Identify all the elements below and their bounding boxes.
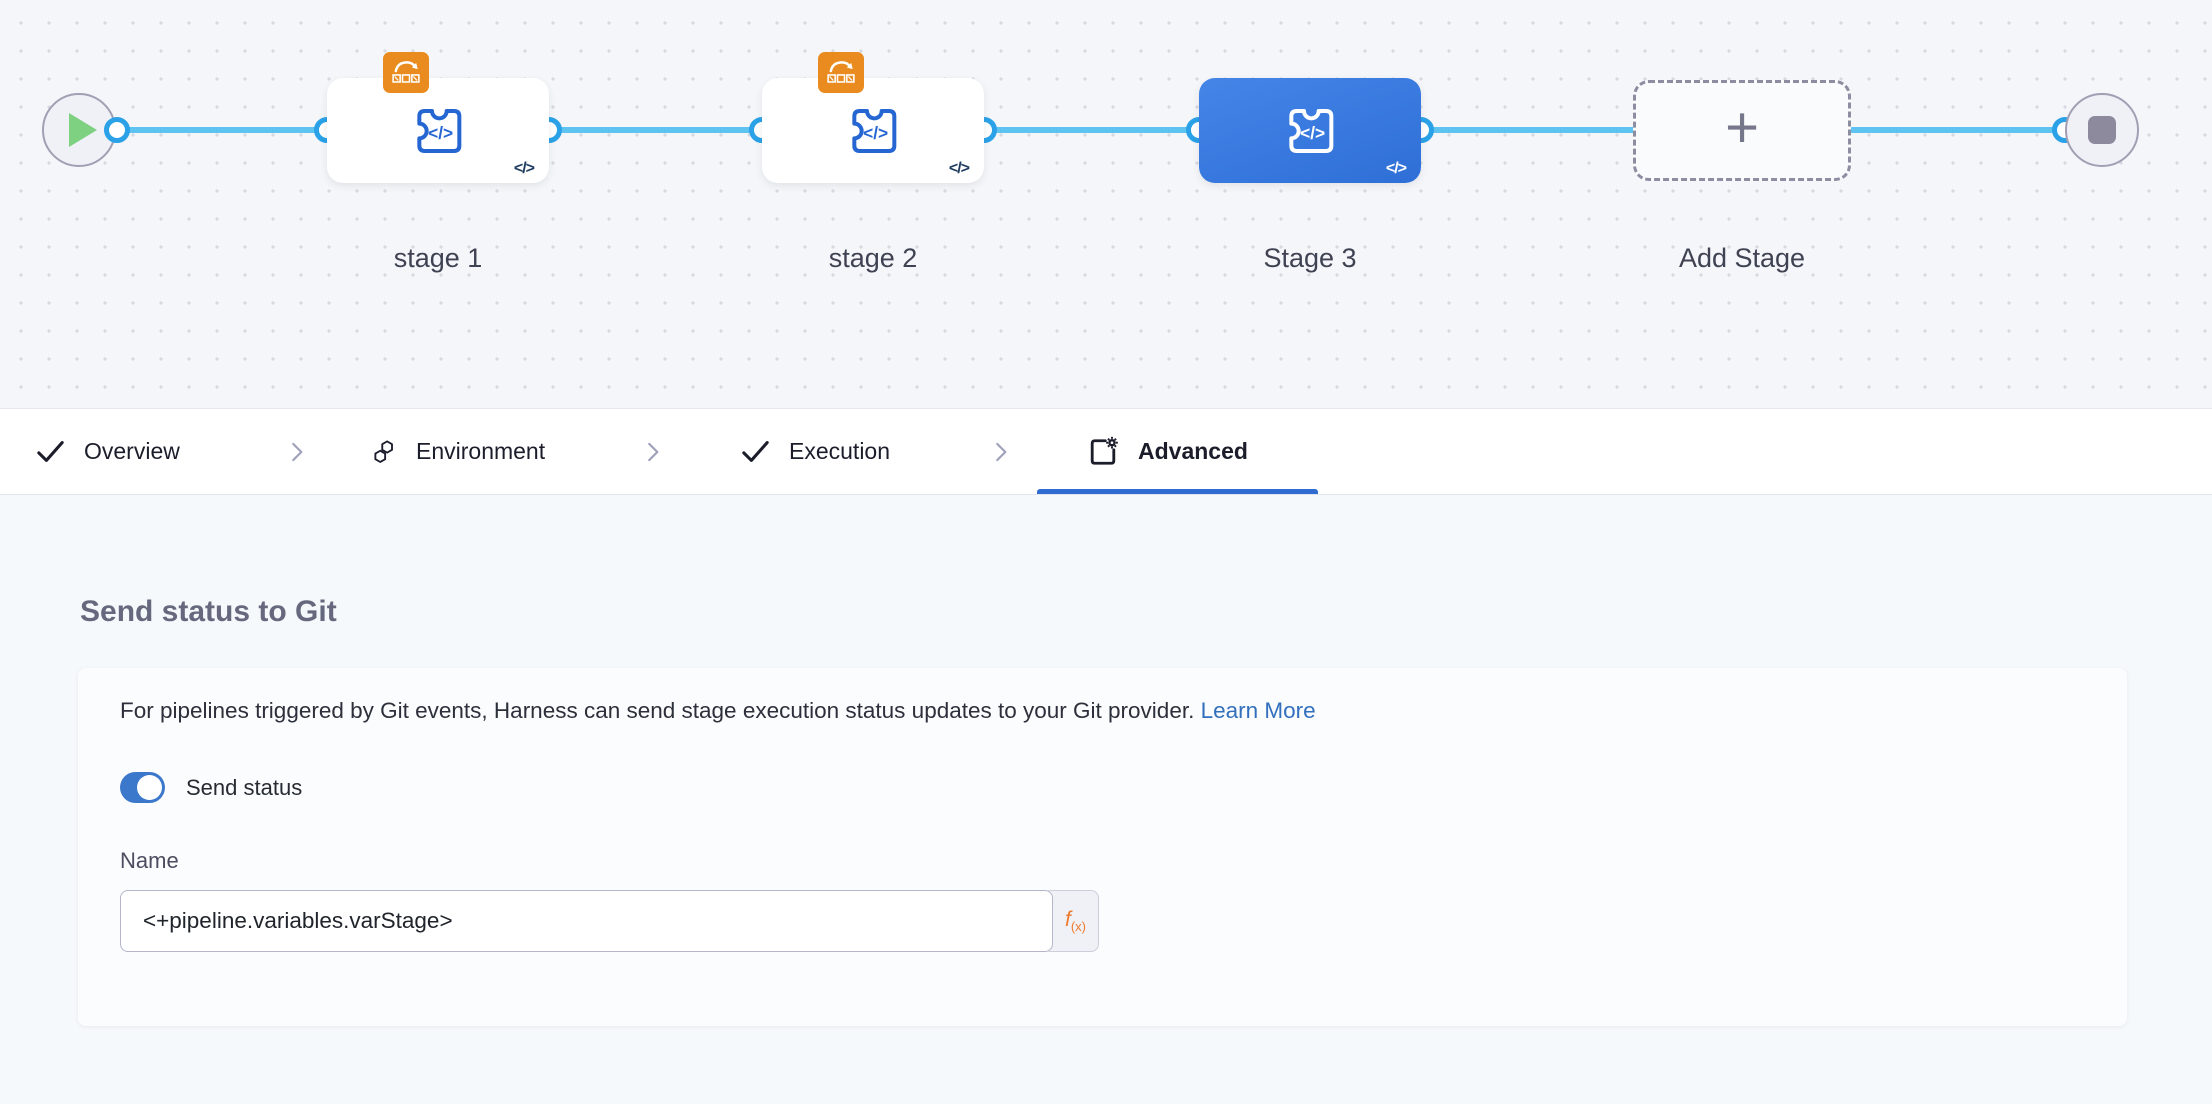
send-status-toggle-row: Send status: [120, 772, 302, 803]
edge-start-stage1: [117, 127, 329, 133]
pipeline-end-node: [2065, 93, 2139, 167]
chevron-right-icon: [988, 409, 1014, 494]
tab-environment[interactable]: Environment: [369, 409, 545, 494]
edge-addstage-end: [1849, 127, 2067, 133]
send-status-toggle[interactable]: [120, 772, 165, 803]
gear-glyph: [1106, 436, 1118, 448]
active-tab-underline: [1037, 489, 1318, 494]
edge-stage3-addstage: [1421, 127, 1636, 133]
tab-label: Execution: [789, 438, 890, 465]
chevron-right-icon: [640, 409, 666, 494]
send-status-card: For pipelines triggered by Git events, H…: [78, 668, 2127, 1026]
fx-icon: f(x): [1065, 908, 1086, 934]
description-text: For pipelines triggered by Git events, H…: [120, 698, 1316, 724]
plus-icon: +: [1725, 99, 1759, 157]
advanced-panel: Send status to Git For pipelines trigger…: [0, 495, 2212, 1104]
tab-execution[interactable]: Execution: [739, 409, 890, 494]
looping-strategy-icon: [823, 57, 859, 89]
check-icon: [739, 435, 772, 468]
stage-config-tabbar: Overview Environment Execution: [0, 408, 2212, 495]
edge-stage2-stage3: [984, 127, 1201, 133]
toggle-knob: [137, 775, 162, 800]
edge-stage1-stage2: [549, 127, 764, 133]
stop-icon: [2088, 116, 2116, 144]
svg-text:</>: </>: [863, 123, 888, 143]
pipeline-canvas: </> </> </> </> </> </>: [0, 0, 2212, 408]
tab-label: Environment: [416, 438, 545, 465]
stage-label: stage 2: [762, 243, 984, 274]
chevron-right-icon: [284, 409, 310, 494]
description-body: For pipelines triggered by Git events, H…: [120, 698, 1194, 723]
looping-strategy-icon: [388, 57, 424, 89]
name-input-group: f(x): [120, 890, 1099, 952]
learn-more-link[interactable]: Learn More: [1201, 698, 1316, 723]
tab-overview[interactable]: Overview: [34, 409, 180, 494]
toggle-label: Send status: [186, 775, 302, 801]
check-icon: [34, 435, 67, 468]
custom-stage-icon: </>: [841, 99, 905, 163]
add-stage-label: Add Stage: [1631, 243, 1853, 274]
tab-label: Overview: [84, 438, 180, 465]
section-title: Send status to Git: [80, 595, 337, 629]
advanced-settings-icon: [1085, 434, 1121, 470]
play-icon: [69, 113, 97, 147]
svg-text:</>: </>: [428, 123, 453, 143]
custom-stage-icon: </>: [1278, 99, 1342, 163]
yaml-code-chip: </>: [514, 160, 534, 178]
tab-advanced[interactable]: Advanced: [1085, 409, 1248, 494]
tab-label: Advanced: [1138, 438, 1248, 465]
yaml-code-chip: </>: [949, 160, 969, 178]
svg-text:</>: </>: [1300, 123, 1325, 143]
port: [104, 117, 130, 143]
stage-node-stage-3-selected[interactable]: </> </>: [1199, 78, 1421, 183]
stage-node-stage-2[interactable]: </> </>: [762, 78, 984, 183]
looping-strategy-badge: [818, 52, 864, 93]
stage-label: stage 1: [327, 243, 549, 274]
looping-strategy-badge: [383, 52, 429, 93]
yaml-code-chip: </>: [1386, 160, 1406, 178]
custom-stage-icon: </>: [406, 99, 470, 163]
stage-label: Stage 3: [1199, 243, 1421, 274]
environment-hexagons-icon: [369, 437, 399, 467]
name-field-label: Name: [120, 848, 179, 874]
name-input[interactable]: [120, 890, 1053, 952]
add-stage-button[interactable]: +: [1633, 80, 1851, 181]
stage-node-stage-1[interactable]: </> </>: [327, 78, 549, 183]
